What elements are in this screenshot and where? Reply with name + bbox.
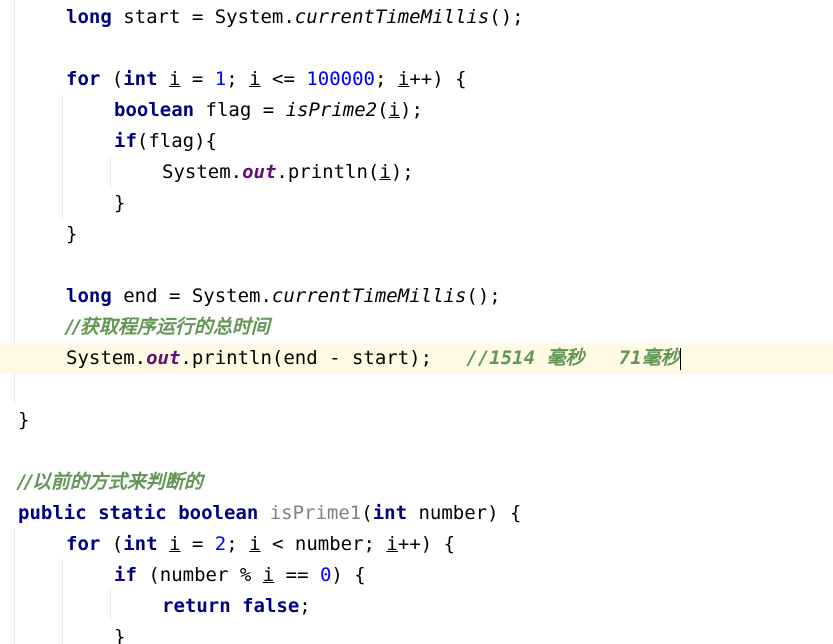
keyword: long bbox=[66, 285, 112, 307]
code-line[interactable]: long end = System.currentTimeMillis(); bbox=[0, 281, 833, 312]
unused-method-name: isPrime1 bbox=[269, 502, 362, 524]
loop-variable: i bbox=[169, 533, 181, 555]
method-name: isPrime2 bbox=[285, 99, 378, 121]
keyword: for bbox=[66, 533, 101, 555]
code-token: end = System. bbox=[111, 285, 272, 307]
code-token: number) { bbox=[407, 502, 522, 524]
keyword: if bbox=[114, 130, 137, 152]
keyword: return bbox=[162, 595, 231, 617]
number-literal: 0 bbox=[319, 564, 332, 586]
current-line[interactable]: System.out.println(end - start); //1514 … bbox=[0, 343, 833, 374]
text-caret bbox=[679, 347, 681, 370]
code-line[interactable]: for (int i = 1; i <= 100000; i++) { bbox=[0, 64, 833, 95]
loop-variable: i bbox=[379, 161, 391, 183]
loop-variable: i bbox=[388, 99, 401, 121]
code-token: ); bbox=[400, 99, 423, 121]
line-comment: //1514 毫秒 71毫秒 bbox=[466, 347, 680, 369]
code-token: ( bbox=[100, 533, 124, 555]
code-token: = bbox=[180, 533, 215, 555]
code-token: (); bbox=[466, 285, 501, 307]
code-token: ; bbox=[374, 68, 398, 90]
code-line[interactable]: System.out.println(i); bbox=[0, 157, 833, 188]
line-comment: //获取程序运行的总时间 bbox=[66, 316, 270, 338]
keyword: if bbox=[114, 564, 137, 586]
loop-variable: i bbox=[249, 68, 261, 90]
number-literal: 2 bbox=[214, 533, 227, 555]
code-line[interactable]: //获取程序运行的总时间 bbox=[0, 312, 833, 343]
code-line[interactable]: long start = System.currentTimeMillis(); bbox=[0, 2, 833, 33]
code-line[interactable]: } bbox=[0, 188, 833, 219]
code-token: flag = bbox=[194, 99, 286, 121]
method-name: currentTimeMillis bbox=[271, 285, 467, 307]
code-line[interactable]: return false; bbox=[0, 591, 833, 622]
code-token: ; bbox=[226, 68, 250, 90]
keyword: boolean bbox=[178, 502, 259, 524]
keyword: long bbox=[66, 6, 112, 28]
code-token: start = System. bbox=[111, 6, 295, 28]
code-token: ( bbox=[377, 99, 389, 121]
code-token: (number % bbox=[136, 564, 263, 586]
closing-brace: } bbox=[18, 409, 30, 431]
code-token: = bbox=[180, 68, 215, 90]
closing-brace: } bbox=[114, 192, 126, 214]
loop-variable: i bbox=[386, 533, 398, 555]
static-field: out bbox=[242, 161, 277, 183]
keyword: boolean bbox=[114, 99, 195, 121]
code-token: ); bbox=[390, 161, 414, 183]
code-line[interactable]: } bbox=[0, 405, 833, 436]
keyword: for bbox=[66, 68, 101, 90]
code-line[interactable]: } bbox=[0, 622, 833, 644]
code-token: .println(end - start); bbox=[180, 347, 467, 369]
loop-variable: i bbox=[249, 533, 261, 555]
code-token: ( bbox=[361, 502, 373, 524]
method-name: currentTimeMillis bbox=[294, 6, 490, 28]
static-field: out bbox=[146, 347, 181, 369]
code-editor[interactable]: long start = System.currentTimeMillis();… bbox=[0, 0, 833, 644]
code-line[interactable]: } bbox=[0, 219, 833, 250]
keyword: int bbox=[123, 68, 158, 90]
code-line[interactable]: if(flag){ bbox=[0, 126, 833, 157]
keyword: int bbox=[372, 502, 408, 524]
code-token: System. bbox=[66, 347, 147, 369]
keyword: false bbox=[242, 595, 300, 617]
code-token: ; bbox=[299, 595, 311, 617]
closing-brace: } bbox=[114, 626, 126, 644]
code-line[interactable]: //以前的方式来判断的 bbox=[0, 467, 833, 498]
code-line[interactable]: if (number % i == 0) { bbox=[0, 560, 833, 591]
keyword: public bbox=[18, 502, 87, 524]
code-token: System. bbox=[162, 161, 243, 183]
loop-variable: i bbox=[262, 564, 275, 586]
code-token: < number; bbox=[260, 533, 387, 555]
code-token: ++) { bbox=[409, 68, 467, 90]
code-line[interactable]: for (int i = 2; i < number; i++) { bbox=[0, 529, 833, 560]
number-literal: 1 bbox=[214, 68, 227, 90]
code-token: .println( bbox=[276, 161, 380, 183]
closing-brace: } bbox=[66, 223, 78, 245]
code-line[interactable]: public static boolean isPrime1(int numbe… bbox=[0, 498, 833, 529]
keyword: static bbox=[98, 502, 167, 524]
code-token: ; bbox=[226, 533, 250, 555]
loop-variable: i bbox=[169, 68, 181, 90]
keyword: int bbox=[123, 533, 158, 555]
code-token: (); bbox=[489, 6, 524, 28]
code-token: (flag){ bbox=[136, 130, 217, 152]
line-comment: //以前的方式来判断的 bbox=[18, 471, 203, 493]
code-token: ) { bbox=[331, 564, 366, 586]
code-token: ( bbox=[100, 68, 124, 90]
code-line[interactable]: boolean flag = isPrime2(i); bbox=[0, 95, 833, 126]
number-literal: 100000 bbox=[306, 68, 375, 90]
code-token: == bbox=[274, 564, 320, 586]
code-token: ++) { bbox=[397, 533, 456, 555]
loop-variable: i bbox=[397, 68, 410, 90]
code-token: <= bbox=[260, 68, 307, 90]
